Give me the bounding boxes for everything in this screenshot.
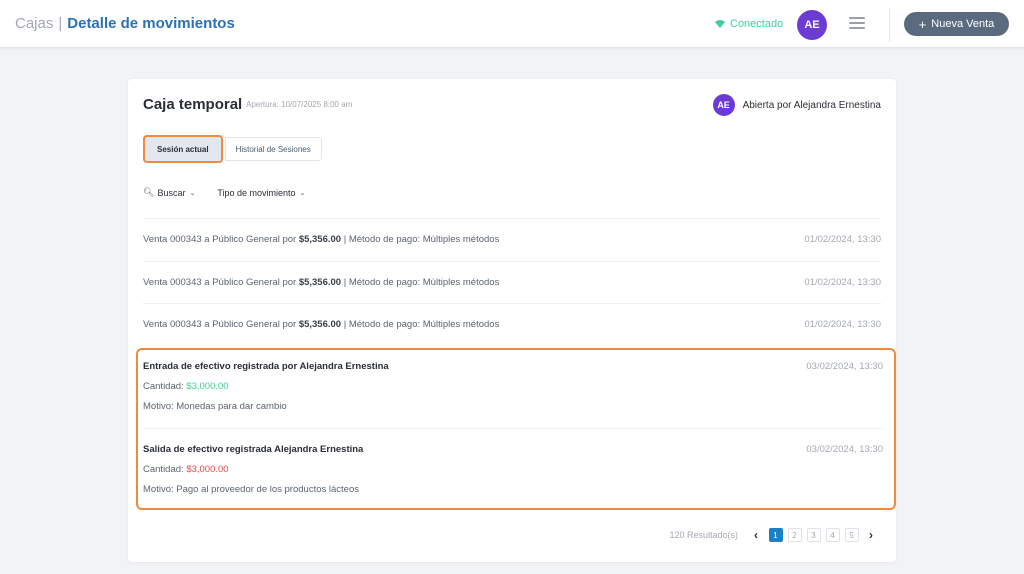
wifi-icon: [715, 20, 725, 28]
cash-entry-out[interactable]: Salida de efectivo registrada Alejandra …: [143, 444, 883, 495]
movements-list: Venta 000343 a Público General por $5,35…: [143, 218, 881, 346]
cash-entry-title: Entrada de efectivo registrada por Aleja…: [143, 361, 389, 372]
movement-date: 01/02/2024, 13:30: [804, 234, 881, 246]
movement-description: Venta 000343 a Público General por $5,35…: [143, 319, 500, 331]
movement-date: 01/02/2024, 13:30: [804, 276, 881, 288]
cash-entry-amount: Cantidad: $3,000.00: [143, 464, 229, 475]
cash-entry-amount: Cantidad: $3,000.00: [143, 381, 229, 392]
hamburger-menu-icon[interactable]: [849, 17, 865, 31]
connection-status: Conectado: [715, 18, 783, 30]
page-button-2[interactable]: 2: [787, 528, 802, 542]
user-avatar[interactable]: AE: [797, 10, 827, 40]
cash-entry-title: Salida de efectivo registrada Alejandra …: [143, 444, 364, 455]
movement-amount: $5,356.00: [298, 276, 342, 288]
cash-entry-in[interactable]: Entrada de efectivo registrada por Aleja…: [143, 361, 883, 412]
cash-entry-date: 03/02/2024, 13:30: [806, 444, 883, 455]
tab-session-history[interactable]: Historial de Sesiones: [224, 137, 322, 161]
movement-type-filter[interactable]: Tipo de movimiento ⌄: [217, 188, 305, 198]
opened-by-label: Abierta por Alejandra Ernestina: [742, 99, 881, 111]
movement-type-label: Tipo de movimiento: [217, 187, 296, 198]
search-icon: 🔍︎: [143, 187, 155, 197]
list-item[interactable]: Venta 000343 a Público General por $5,35…: [143, 303, 881, 346]
breadcrumb-root[interactable]: Cajas: [15, 15, 53, 32]
header-divider: [889, 8, 890, 42]
cash-entry-reason: Motivo: Monedas para dar cambio: [143, 401, 287, 412]
opening-time: Apertura: 10/07/2025 8:00 am: [246, 100, 353, 109]
plus-icon: +: [918, 16, 927, 32]
amount-in-value: $3,000.00: [186, 381, 229, 392]
connection-status-label: Conectado: [730, 18, 784, 30]
cash-entry-reason: Motivo: Pago al proveedor de los product…: [143, 484, 359, 495]
session-tabs: Sesión actual Historial de Sesiones: [143, 135, 322, 163]
movement-date: 01/02/2024, 13:30: [804, 319, 881, 331]
new-sale-button[interactable]: + Nueva Venta: [904, 12, 1009, 36]
opened-by: AE Abierta por Alejandra Ernestina: [712, 94, 881, 116]
search-filter-label: Buscar: [157, 187, 186, 198]
opened-by-avatar: AE: [712, 94, 735, 116]
divider: [143, 428, 883, 429]
chevron-down-icon: ⌄: [189, 189, 196, 197]
chevron-left-icon[interactable]: ‹: [749, 528, 763, 542]
results-count: 120 Resultado(s): [669, 530, 738, 540]
chevron-right-icon[interactable]: ›: [864, 528, 878, 542]
pagination: 120 Resultado(s) ‹ 1 2 3 4 5 ›: [669, 528, 881, 542]
new-sale-label: Nueva Venta: [931, 18, 995, 30]
breadcrumb-separator: |: [58, 15, 63, 32]
cash-entry-date: 03/02/2024, 13:30: [806, 361, 883, 372]
search-filter[interactable]: 🔍︎ Buscar ⌄: [143, 187, 195, 198]
list-item[interactable]: Venta 000343 a Público General por $5,35…: [143, 260, 881, 304]
page-button-1[interactable]: 1: [768, 528, 783, 542]
top-bar: Cajas | Detalle de movimientos Conectado A…: [0, 0, 1024, 48]
chevron-down-icon: ⌄: [299, 189, 306, 197]
page-button-4[interactable]: 4: [825, 528, 840, 542]
tab-current-session[interactable]: Sesión actual: [143, 135, 223, 163]
page-button-5[interactable]: 5: [844, 528, 859, 542]
movement-description: Venta 000343 a Público General por $5,35…: [143, 234, 500, 246]
amount-out-value: $3,000.00: [186, 464, 229, 475]
page-button-3[interactable]: 3: [806, 528, 821, 542]
page-title: Detalle de movimientos: [67, 15, 235, 32]
movement-description: Venta 000343 a Público General por $5,35…: [143, 276, 500, 288]
movement-amount: $5,356.00: [298, 234, 342, 246]
movement-amount: $5,356.00: [298, 319, 342, 331]
list-item[interactable]: Venta 000343 a Público General por $5,35…: [143, 218, 881, 261]
filters-bar: 🔍︎ Buscar ⌄ Tipo de movimiento ⌄: [143, 187, 327, 198]
register-title: Caja temporal: [143, 96, 243, 113]
breadcrumb: Cajas | Detalle de movimientos: [15, 15, 235, 32]
